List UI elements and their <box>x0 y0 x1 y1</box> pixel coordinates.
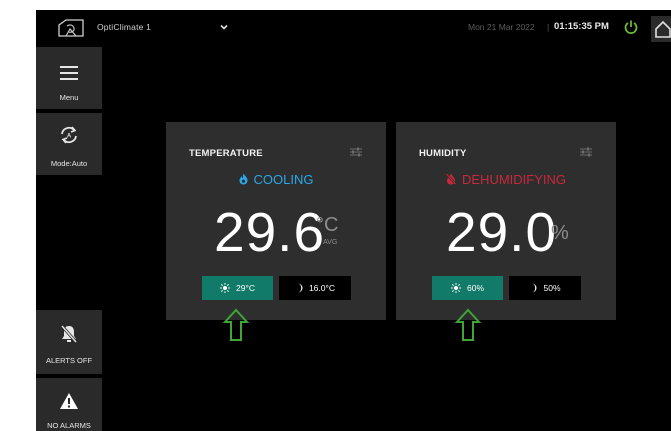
home-button[interactable] <box>651 16 671 42</box>
temperature-unit: °C <box>316 214 339 236</box>
settings-sliders-icon[interactable] <box>579 146 593 158</box>
humidity-status-text: DEHUMIDIFYING <box>462 172 566 187</box>
bell-off-icon <box>60 325 78 343</box>
temperature-title: TEMPERATURE <box>189 148 263 159</box>
mode-label: Mode:Auto <box>50 159 88 168</box>
time-text: 01:15:35 PM <box>554 21 609 32</box>
temperature-avg-label: AVG <box>323 239 338 246</box>
temperature-card: TEMPERATURE COOLING 29.6 °C AVG 29°C 16.… <box>166 122 386 320</box>
hamburger-icon <box>60 66 78 80</box>
temperature-day-value: 29°C <box>236 283 255 293</box>
screen: OptiClimate 1 Mon 21 Mar 2022 | 01:15:35… <box>36 10 671 431</box>
warning-icon <box>60 393 78 409</box>
temperature-status-text: COOLING <box>253 172 314 187</box>
menu-button[interactable]: Menu <box>36 47 102 109</box>
humidity-night-value: 50% <box>543 283 561 293</box>
moon-icon <box>532 283 537 293</box>
menu-label: Menu <box>59 93 79 102</box>
alarms-button[interactable]: NO ALARMS <box>36 378 102 431</box>
arrow-up-icon <box>223 308 249 341</box>
alerts-label: ALERTS OFF <box>45 356 93 365</box>
humidity-value: 29.0 <box>446 201 558 263</box>
header-bar: OptiClimate 1 Mon 21 Mar 2022 | 01:15:35… <box>36 10 671 44</box>
date-time-separator: | <box>547 22 550 32</box>
humidity-night-setpoint[interactable]: 50% <box>509 276 581 300</box>
date-text: Mon 21 Mar 2022 <box>468 22 535 32</box>
alerts-button[interactable]: ALERTS OFF <box>36 310 102 374</box>
humidity-day-setpoint[interactable]: 60% <box>432 276 503 300</box>
humidity-title: HUMIDITY <box>419 148 467 159</box>
mode-auto-icon: A <box>61 126 77 144</box>
home-icon <box>655 20 671 38</box>
drop-off-icon <box>445 173 457 185</box>
alarms-label: NO ALARMS <box>47 421 91 430</box>
chevron-down-icon[interactable] <box>218 21 230 33</box>
humidity-card: HUMIDITY DEHUMIDIFYING 29.0 % 60% 50% <box>396 122 616 320</box>
sun-icon <box>450 283 461 293</box>
moon-icon <box>297 283 303 293</box>
settings-sliders-icon[interactable] <box>349 146 363 158</box>
mode-button[interactable]: A Mode:Auto <box>36 113 102 175</box>
humidity-status: DEHUMIDIFYING <box>396 172 616 187</box>
temperature-status: COOLING <box>166 172 386 187</box>
temperature-day-setpoint[interactable]: 29°C <box>202 276 273 300</box>
flame-icon <box>239 173 248 185</box>
sun-icon <box>220 283 230 293</box>
humidity-unit: % <box>551 222 569 244</box>
humidity-day-value: 60% <box>466 283 484 293</box>
temperature-night-value: 16.0°C <box>308 283 336 293</box>
arrow-up-icon <box>455 308 481 341</box>
temperature-night-setpoint[interactable]: 16.0°C <box>279 276 351 300</box>
power-icon[interactable] <box>623 19 639 35</box>
svg-text:A: A <box>67 134 72 140</box>
logo-icon[interactable] <box>56 17 86 39</box>
device-name[interactable]: OptiClimate 1 <box>97 22 151 32</box>
temperature-value: 29.6 <box>214 201 326 263</box>
